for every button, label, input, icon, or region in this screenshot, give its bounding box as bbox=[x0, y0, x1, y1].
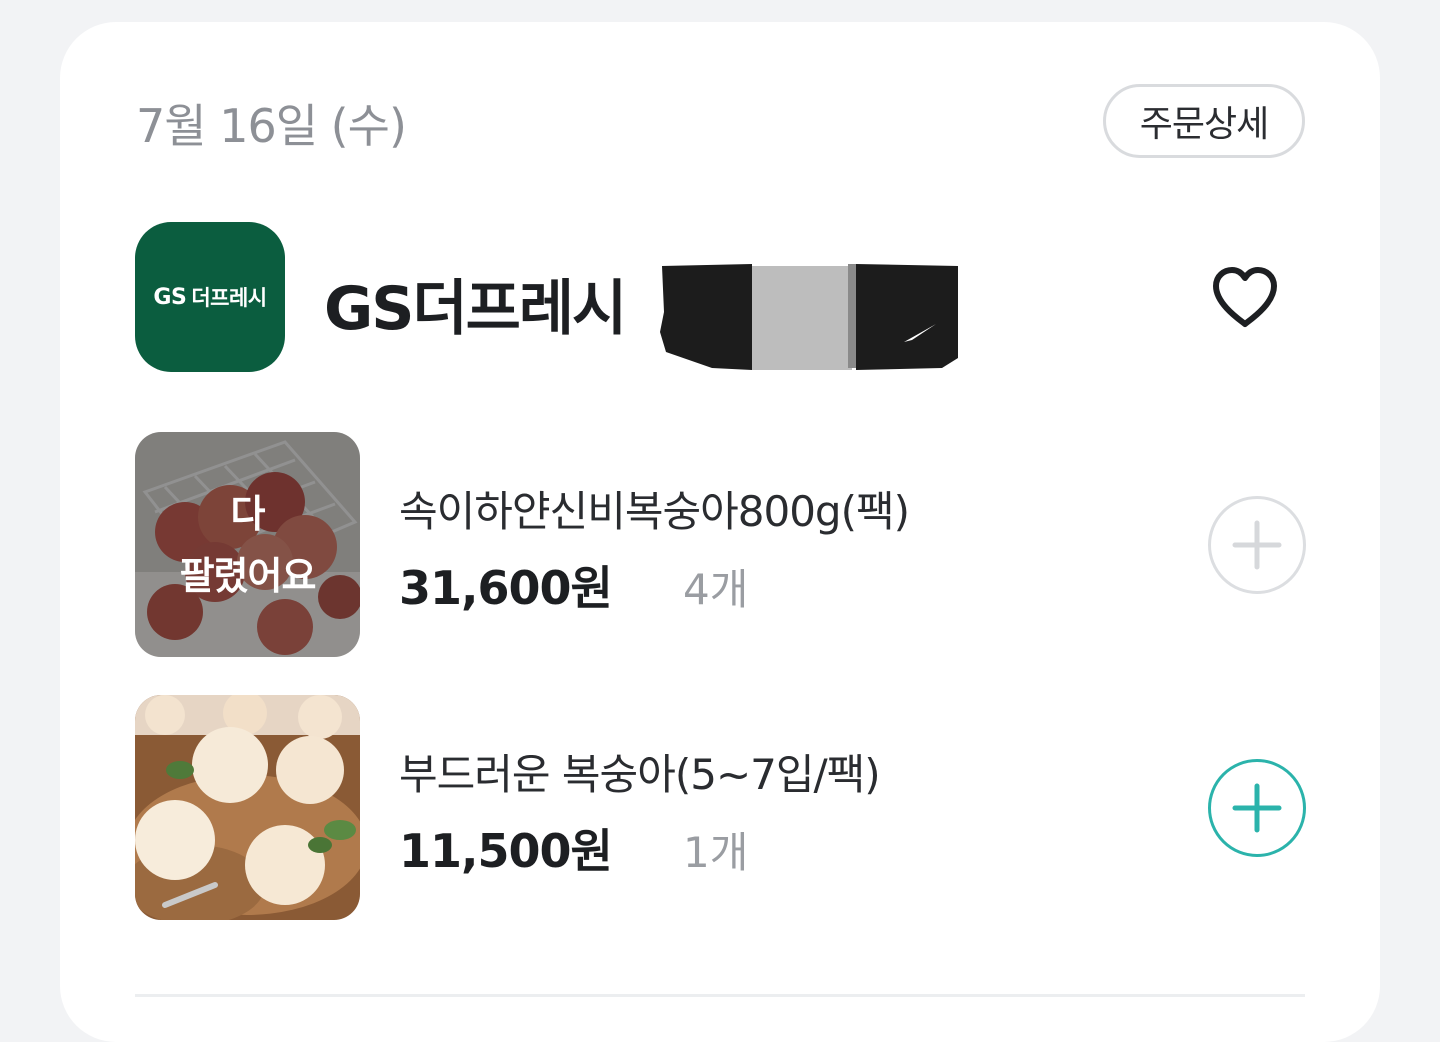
product-price: 11,500원 bbox=[399, 824, 613, 878]
product-thumbnail bbox=[135, 695, 360, 920]
order-date: 7월 16일 (수) bbox=[136, 99, 407, 153]
product-item[interactable]: 부드러운 복숭아(5~7입/팩) 11,500원 1개 bbox=[135, 695, 1306, 920]
product-price: 31,600원 bbox=[399, 561, 613, 615]
add-to-cart-button[interactable] bbox=[1208, 759, 1306, 857]
soldout-label-line2: 팔렸어요 bbox=[179, 553, 317, 598]
store-name[interactable]: GS더프레시 bbox=[324, 260, 627, 347]
order-card: 7월 16일 (수) 주문상세 GS 더프레시 GS더프레시 다 팔렸어요 속이… bbox=[60, 22, 1380, 1042]
order-detail-button[interactable]: 주문상세 bbox=[1103, 84, 1305, 158]
plus-icon bbox=[1232, 783, 1282, 833]
product-quantity: 4개 bbox=[683, 565, 749, 614]
product-name: 속이하얀신비복숭아800g(팩) bbox=[399, 487, 910, 536]
section-divider bbox=[135, 994, 1305, 997]
favorite-heart-icon[interactable] bbox=[1210, 266, 1280, 330]
store-logo-gs: GS bbox=[153, 284, 187, 310]
product-thumbnail: 다 팔렸어요 bbox=[135, 432, 360, 657]
store-logo-text: 더프레시 bbox=[191, 286, 267, 310]
soldout-overlay: 다 팔렸어요 bbox=[135, 432, 360, 657]
product-item[interactable]: 다 팔렸어요 속이하얀신비복숭아800g(팩) 31,600원 4개 bbox=[135, 432, 1306, 657]
store-logo[interactable]: GS 더프레시 bbox=[135, 222, 285, 372]
product-name: 부드러운 복숭아(5~7입/팩) bbox=[399, 750, 881, 799]
soldout-label-line1: 다 bbox=[230, 491, 266, 536]
add-to-cart-button[interactable] bbox=[1208, 496, 1306, 594]
redacted-area bbox=[660, 264, 958, 370]
product-quantity: 1개 bbox=[683, 828, 749, 877]
plus-icon bbox=[1232, 520, 1282, 570]
